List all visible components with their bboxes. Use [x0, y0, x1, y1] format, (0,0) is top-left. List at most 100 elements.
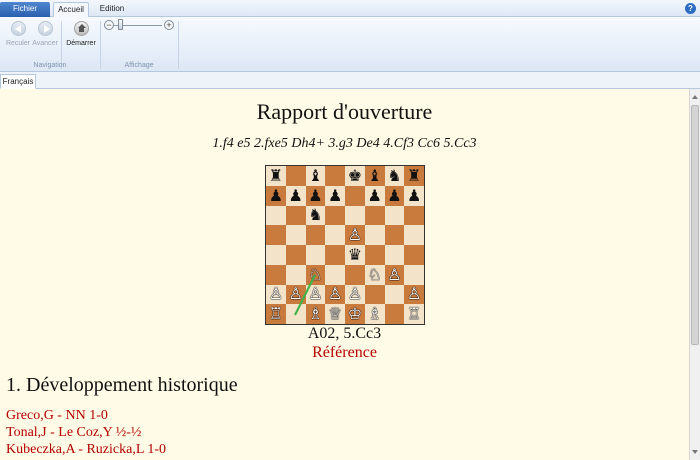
back-button[interactable]: Reculer: [4, 21, 32, 57]
square-c8[interactable]: ♝: [305, 166, 326, 186]
black-knight-icon[interactable]: ♞: [308, 207, 322, 223]
square-c5[interactable]: [305, 225, 326, 245]
black-pawn-icon[interactable]: ♟: [367, 187, 381, 204]
square-c1[interactable]: ♗: [305, 304, 326, 324]
square-e6[interactable]: [345, 205, 365, 226]
black-pawn-icon[interactable]: ♟: [269, 187, 283, 204]
help-icon[interactable]: ?: [685, 3, 696, 14]
square-d5[interactable]: [325, 225, 345, 245]
white-pawn-icon[interactable]: ♙: [308, 286, 322, 302]
square-h6[interactable]: [404, 205, 424, 226]
square-d4[interactable]: [325, 245, 345, 265]
square-e5[interactable]: ♙: [345, 225, 365, 245]
square-h8[interactable]: ♜: [404, 166, 424, 186]
tab-accueil[interactable]: Accueil: [53, 2, 89, 18]
black-pawn-icon[interactable]: ♟: [288, 187, 302, 204]
square-g4[interactable]: [384, 245, 405, 265]
square-d6[interactable]: [325, 205, 345, 226]
white-rook-icon[interactable]: ♖: [269, 306, 283, 322]
square-f6[interactable]: [364, 205, 385, 226]
game-link[interactable]: Tonal,J - Le Coz,Y ½-½: [6, 425, 141, 441]
square-h1[interactable]: ♖: [404, 304, 424, 324]
zoom-out-icon[interactable]: −: [104, 20, 114, 30]
zoom-in-icon[interactable]: +: [164, 20, 174, 30]
square-e3[interactable]: [345, 264, 365, 285]
square-a4[interactable]: [266, 245, 286, 265]
square-a6[interactable]: [266, 205, 286, 226]
square-g8[interactable]: ♞: [384, 166, 405, 186]
game-link[interactable]: Greco,G - NN 1-0: [6, 408, 108, 424]
black-king-icon[interactable]: ♚: [348, 167, 362, 184]
black-pawn-icon[interactable]: ♟: [407, 187, 421, 204]
square-a2[interactable]: ♙: [266, 284, 286, 305]
square-d2[interactable]: ♙: [325, 284, 345, 305]
tab-edition[interactable]: Edition: [93, 2, 131, 18]
black-bishop-icon[interactable]: ♝: [367, 167, 381, 184]
square-a1[interactable]: ♖: [266, 304, 286, 324]
square-a7[interactable]: ♟: [266, 185, 286, 206]
square-f4[interactable]: [364, 245, 385, 265]
forward-button[interactable]: Avancer: [31, 21, 59, 57]
square-f1[interactable]: ♗: [364, 304, 385, 324]
white-rook-icon[interactable]: ♖: [407, 306, 421, 322]
black-bishop-icon[interactable]: ♝: [308, 167, 322, 184]
white-bishop-icon[interactable]: ♗: [367, 306, 381, 322]
scrollbar-thumb[interactable]: [691, 105, 699, 345]
square-e1[interactable]: ♔: [345, 304, 365, 324]
square-g2[interactable]: [384, 284, 405, 305]
square-a3[interactable]: [266, 264, 286, 285]
square-c3[interactable]: ♘: [305, 264, 326, 285]
square-g7[interactable]: ♟: [384, 185, 405, 206]
white-king-icon[interactable]: ♔: [348, 306, 362, 322]
square-g1[interactable]: [384, 304, 405, 324]
square-f2[interactable]: [364, 284, 385, 305]
square-b5[interactable]: [285, 225, 306, 245]
square-b4[interactable]: [285, 245, 306, 265]
scroll-up-arrow-icon[interactable]: [692, 95, 698, 99]
square-f8[interactable]: ♝: [364, 166, 385, 186]
scroll-down-arrow-icon[interactable]: [692, 450, 698, 454]
game-link[interactable]: Kubeczka,A - Ruzicka,L 1-0: [6, 442, 166, 458]
white-knight-icon[interactable]: ♘: [367, 266, 381, 283]
square-e7[interactable]: [345, 185, 365, 206]
black-rook-icon[interactable]: ♜: [407, 167, 421, 184]
square-h5[interactable]: [404, 225, 424, 245]
white-pawn-icon[interactable]: ♙: [348, 286, 362, 302]
square-e2[interactable]: ♙: [345, 284, 365, 305]
square-h2[interactable]: ♙: [404, 284, 424, 305]
white-pawn-icon[interactable]: ♙: [288, 286, 302, 302]
white-queen-icon[interactable]: ♕: [328, 306, 342, 322]
square-f5[interactable]: [364, 225, 385, 245]
white-pawn-icon[interactable]: ♙: [387, 266, 401, 283]
white-pawn-icon[interactable]: ♙: [328, 286, 342, 302]
tab-fichier[interactable]: Fichier: [0, 2, 50, 17]
start-button[interactable]: Démarrer: [64, 21, 98, 57]
chess-board[interactable]: ♜ ♝ ♚ ♝ ♞ ♜ ♟ ♟ ♟ ♟ ♟ ♟ ♟ ♞ ♙ ♛ ♘ ♘ ♙ ♙ ♙ ♙ ♙ ♙ ♙ ♖ ♗ ♕ ♔ ♗ ♖: [265, 165, 425, 325]
square-h7[interactable]: ♟: [404, 185, 424, 206]
square-b6[interactable]: [285, 205, 306, 226]
tab-francais[interactable]: Français: [0, 74, 36, 89]
square-b8[interactable]: [285, 166, 306, 186]
square-a8[interactable]: ♜: [266, 166, 286, 186]
reference-link[interactable]: Référence: [0, 344, 689, 362]
square-c2[interactable]: ♙: [305, 284, 326, 305]
square-c7[interactable]: ♟: [305, 185, 326, 206]
square-e8[interactable]: ♚: [345, 166, 365, 186]
square-h3[interactable]: [404, 264, 424, 285]
square-f3[interactable]: ♘: [364, 264, 385, 285]
black-pawn-icon[interactable]: ♟: [387, 187, 401, 204]
square-d7[interactable]: ♟: [325, 185, 345, 206]
square-e4[interactable]: ♛: [345, 245, 365, 265]
square-h4[interactable]: [404, 245, 424, 265]
white-knight-icon[interactable]: ♘: [308, 266, 322, 283]
black-pawn-icon[interactable]: ♟: [308, 187, 322, 204]
square-c4[interactable]: [305, 245, 326, 265]
zoom-slider-thumb[interactable]: [118, 19, 123, 30]
square-g3[interactable]: ♙: [384, 264, 405, 285]
black-rook-icon[interactable]: ♜: [269, 167, 283, 184]
white-bishop-icon[interactable]: ♗: [308, 306, 322, 322]
square-b3[interactable]: [285, 264, 306, 285]
square-g6[interactable]: [384, 205, 405, 226]
white-pawn-icon[interactable]: ♙: [269, 286, 283, 302]
square-g5[interactable]: [384, 225, 405, 245]
